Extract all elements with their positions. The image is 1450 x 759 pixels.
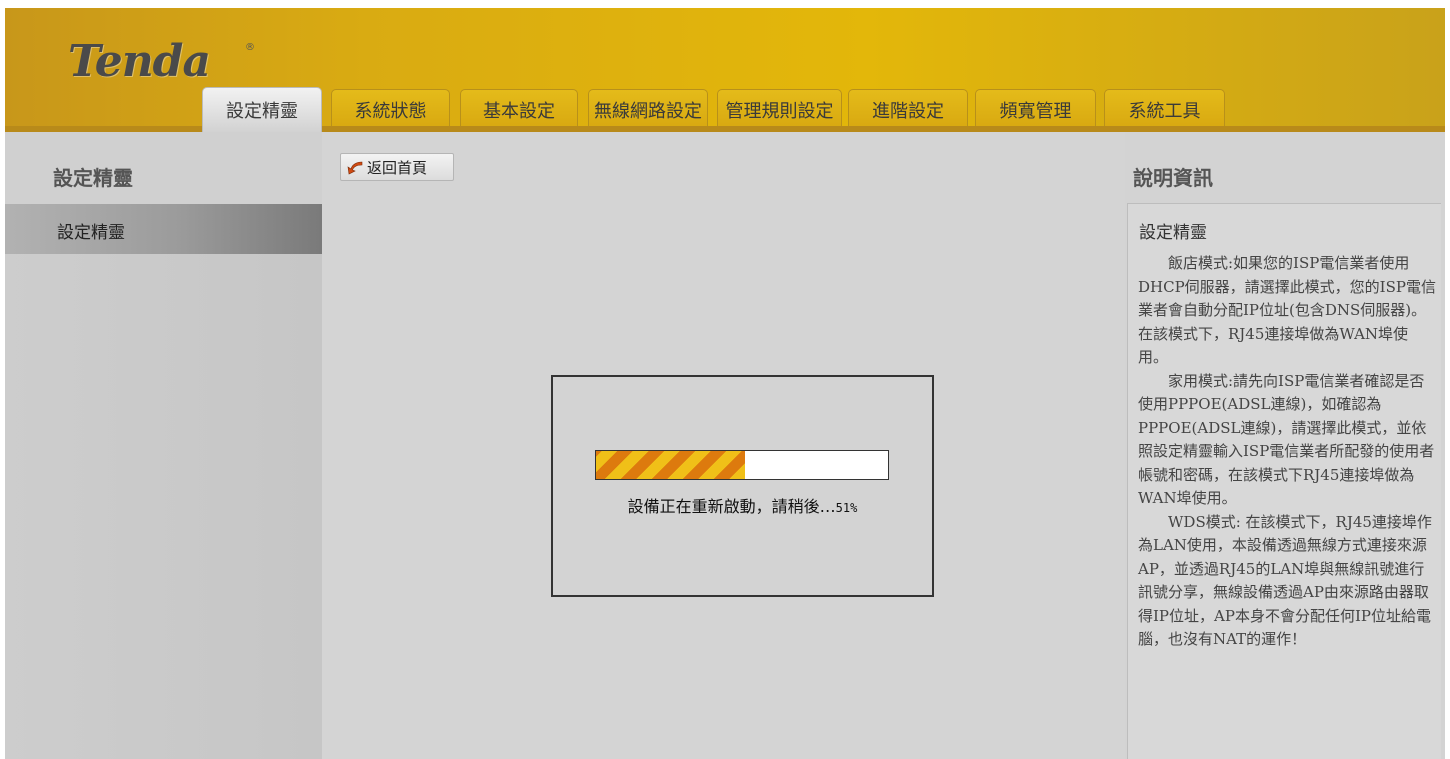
- tab-bandwidth-management[interactable]: 頻寬管理: [975, 89, 1096, 129]
- help-box: 設定精靈 飯店模式:如果您的ISP電信業者使用DHCP伺服器，請選擇此模式，您的…: [1127, 203, 1441, 759]
- back-home-button[interactable]: 返回首頁: [340, 153, 454, 181]
- tab-setup-wizard[interactable]: 設定精靈: [202, 87, 322, 132]
- back-arrow-icon: [347, 161, 363, 175]
- sidebar-item-setup-wizard[interactable]: 設定精靈: [5, 204, 322, 254]
- help-paragraph-home-mode: 家用模式:請先向ISP電信業者確認是否使用PPPOE(ADSL連線)，如確認為P…: [1138, 371, 1435, 508]
- reboot-progress-dialog: 設備正在重新啟動，請稍後…51%: [551, 375, 934, 597]
- sidebar-title: 設定精靈: [53, 166, 133, 190]
- tab-advanced-settings[interactable]: 進階設定: [848, 89, 968, 129]
- router-admin-page: Tenda ® 設定精靈 系統狀態 基本設定 無線網路設定 管理規則設定 進階設…: [5, 8, 1445, 759]
- help-heading: 設定精靈: [1139, 223, 1207, 243]
- progress-bar-fill: [596, 451, 745, 479]
- back-button-label: 返回首頁: [367, 158, 428, 177]
- tenda-logo: Tenda: [68, 36, 211, 87]
- tab-system-tools[interactable]: 系統工具: [1104, 89, 1225, 129]
- progress-message: 設備正在重新啟動，請稍後…: [627, 497, 836, 516]
- help-panel: 說明資訊 設定精靈 飯店模式:如果您的ISP電信業者使用DHCP伺服器，請選擇此…: [1125, 132, 1445, 759]
- main-content: 返回首頁 設備正在重新啟動，請稍後…51%: [322, 132, 1125, 759]
- help-paragraph-hotel-mode: 飯店模式:如果您的ISP電信業者使用DHCP伺服器，請選擇此模式，您的ISP電信…: [1138, 254, 1436, 366]
- tab-wireless-settings[interactable]: 無線網路設定: [588, 89, 708, 129]
- registered-mark: ®: [245, 42, 255, 53]
- tab-management-rules[interactable]: 管理規則設定: [717, 89, 842, 129]
- sidebar-background: [5, 254, 322, 759]
- left-sidebar: 設定精靈 設定精靈: [5, 132, 322, 759]
- header-bar: Tenda ® 設定精靈 系統狀態 基本設定 無線網路設定 管理規則設定 進階設…: [5, 8, 1445, 132]
- tab-basic-settings[interactable]: 基本設定: [460, 89, 578, 129]
- progress-percent: 51%: [835, 501, 858, 515]
- help-paragraph-wds-mode: WDS模式: 在該模式下，RJ45連接埠作為LAN使用，本設備透過無線方式連接來…: [1138, 512, 1432, 649]
- help-title: 說明資訊: [1133, 166, 1213, 190]
- help-text: 飯店模式:如果您的ISP電信業者使用DHCP伺服器，請選擇此模式，您的ISP電信…: [1138, 252, 1438, 652]
- progress-status-text: 設備正在重新啟動，請稍後…51%: [553, 493, 932, 517]
- progress-bar: [595, 450, 889, 480]
- tab-system-status[interactable]: 系統狀態: [331, 89, 450, 129]
